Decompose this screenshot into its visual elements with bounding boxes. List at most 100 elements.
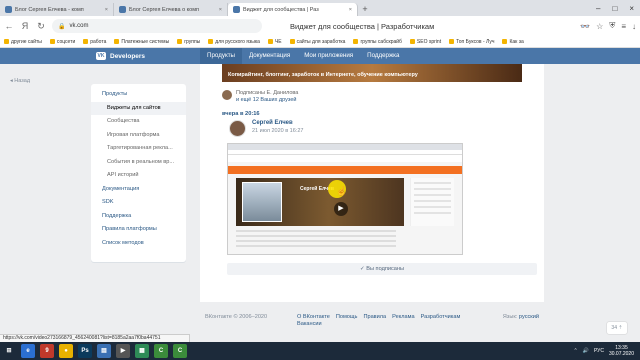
- post-video-thumbnail[interactable]: Сергей Елчев ☝ ▶: [227, 143, 463, 255]
- footer-link-help[interactable]: Помощь: [336, 314, 358, 320]
- back-icon[interactable]: ←: [4, 21, 14, 31]
- menu-item-targeted-ads[interactable]: Таргетированная рекла...: [91, 142, 186, 156]
- bookmark-item[interactable]: Топ Буксов - Луч: [449, 39, 494, 45]
- back-link[interactable]: ◂ Назад: [10, 78, 30, 84]
- menu-item-realtime-events[interactable]: События в реальном вр...: [91, 156, 186, 170]
- menu-item-sdk[interactable]: SDK: [91, 196, 186, 210]
- footer-links: О ВКонтакте Помощь Правила Реклама Разра…: [297, 314, 482, 327]
- spreadsheet-icon[interactable]: ▦: [135, 344, 149, 358]
- post-date[interactable]: 21 июл 2020 в 16:27: [252, 128, 303, 134]
- browser-tab-active[interactable]: Виджет для сообщества | Раз ×: [228, 3, 358, 16]
- bookmark-item[interactable]: SEO sprint: [409, 39, 441, 45]
- star-icon[interactable]: ☆: [596, 22, 603, 31]
- language-link[interactable]: русский: [519, 314, 539, 320]
- community-cover-banner[interactable]: Копирайтинг, блоггинг, заработок в Интер…: [222, 64, 522, 82]
- close-tab-icon[interactable]: ×: [219, 7, 222, 13]
- avatar[interactable]: [222, 90, 232, 100]
- menu-item-support[interactable]: Поддержка: [91, 210, 186, 224]
- system-clock[interactable]: 13:35 30.07.2020: [609, 345, 634, 357]
- maximize-icon[interactable]: □: [612, 4, 617, 13]
- bookmark-item[interactable]: группы сабскрайб: [353, 39, 402, 45]
- tab-favicon-icon: [5, 6, 12, 13]
- folder-icon: [409, 39, 415, 44]
- menu-item-documentation[interactable]: Документация: [91, 183, 186, 197]
- folder-icon: [289, 39, 295, 44]
- tray-up-arrow-icon[interactable]: ⌃: [574, 348, 578, 354]
- chrome-icon[interactable]: ●: [59, 344, 73, 358]
- avatar[interactable]: [229, 120, 246, 137]
- ie-icon[interactable]: e: [21, 344, 35, 358]
- footer-link-developers[interactable]: Разработчикам: [421, 314, 461, 320]
- bookmark-item[interactable]: соцсети: [49, 39, 75, 45]
- reload-icon[interactable]: ↻: [36, 21, 46, 32]
- opera-icon[interactable]: 9: [40, 344, 54, 358]
- menu-item-game-platform[interactable]: Игровая платформа: [91, 129, 186, 143]
- browser-tab[interactable]: Блог Сергея Елчева - комп ×: [0, 3, 114, 16]
- input-language[interactable]: РУС: [594, 348, 604, 354]
- download-icon[interactable]: ↓: [632, 22, 636, 31]
- extensions: 👓 ☆ ⛨ ≡ ↓: [580, 21, 636, 31]
- menu-item-methods-list[interactable]: Список методов: [91, 237, 186, 251]
- bookmark-item[interactable]: группы: [177, 39, 200, 45]
- window-controls: – □ ×: [596, 0, 640, 16]
- nav-my-apps[interactable]: Мои приложения: [297, 48, 360, 64]
- media-player-icon[interactable]: ▶: [116, 344, 130, 358]
- scroll-to-top-button[interactable]: 34 ⇡: [607, 322, 627, 334]
- footer-link-rules[interactable]: Правила: [363, 314, 386, 320]
- minimize-icon[interactable]: –: [596, 4, 600, 13]
- volume-icon[interactable]: 🔊: [583, 348, 589, 354]
- subscribed-button[interactable]: ✓ Вы подписаны: [227, 263, 537, 275]
- glasses-icon[interactable]: 👓: [580, 22, 590, 31]
- footer-link-jobs[interactable]: Вакансии: [297, 321, 322, 327]
- nav-documentation[interactable]: Документация: [242, 48, 297, 64]
- close-window-icon[interactable]: ×: [629, 4, 634, 13]
- menu-item-products[interactable]: Продукты: [91, 88, 186, 102]
- folder-icon: [114, 39, 120, 44]
- subscribed-by: Подписаны Е. Данилова: [236, 90, 299, 96]
- start-button-icon[interactable]: ⊞: [2, 344, 16, 358]
- browser-tab[interactable]: Блог Сергея Елчева о комп ×: [114, 3, 228, 16]
- bookmark-item[interactable]: ЧЕ: [267, 39, 282, 45]
- shield-icon[interactable]: ⛨: [609, 21, 615, 31]
- vk-footer: ВКонтакте © 2006–2020 О ВКонтакте Помощь…: [200, 310, 544, 334]
- menu-icon[interactable]: ≡: [621, 22, 626, 31]
- play-icon[interactable]: ▶: [334, 202, 348, 216]
- bookmark-item[interactable]: сайты для заработка: [289, 39, 345, 45]
- menu-item-stories-api[interactable]: API историй: [91, 169, 186, 183]
- bookmark-item[interactable]: Как за: [502, 39, 524, 45]
- yandex-icon[interactable]: Я: [20, 21, 30, 31]
- tab-title: Виджет для сообщества | Раз: [243, 6, 319, 13]
- folder-icon: [267, 39, 273, 44]
- address-text: vk.com: [69, 23, 89, 29]
- nav-products[interactable]: Продукты: [200, 48, 243, 64]
- footer-link-ads[interactable]: Реклама: [392, 314, 414, 320]
- bookmark-item[interactable]: другие сайты: [4, 39, 42, 45]
- file-explorer-icon[interactable]: ▤: [97, 344, 111, 358]
- camtasia-recorder-icon[interactable]: C: [173, 344, 187, 358]
- new-tab-button[interactable]: +: [358, 3, 372, 16]
- browser-tab-strip: Блог Сергея Елчева - комп × Блог Сергея …: [0, 0, 640, 16]
- menu-item-platform-rules[interactable]: Правила платформы: [91, 223, 186, 237]
- thumbnail-orange-bar: [228, 166, 462, 174]
- footer-link-about[interactable]: О ВКонтакте: [297, 314, 330, 320]
- hand-cursor-icon: ☝: [336, 186, 348, 196]
- menu-item-communities[interactable]: Сообщества: [91, 115, 186, 129]
- post-author[interactable]: Сергей Елчев: [252, 120, 303, 126]
- bookmark-item[interactable]: Платежные системы: [114, 39, 169, 45]
- camtasia-icon[interactable]: C: [154, 344, 168, 358]
- bookmark-item[interactable]: работа: [83, 39, 106, 45]
- folder-icon: [208, 39, 214, 44]
- close-tab-icon[interactable]: ×: [349, 7, 352, 13]
- post-time-label[interactable]: вчера в 20:16: [222, 111, 260, 117]
- menu-item-site-widgets[interactable]: Виджеты для сайтов: [91, 101, 186, 115]
- thumbnail-header: [228, 155, 462, 162]
- photoshop-icon[interactable]: Ps: [78, 344, 92, 358]
- folder-icon: [83, 39, 89, 44]
- bookmark-item[interactable]: для русского языка: [208, 39, 260, 45]
- friends-count-link[interactable]: и ещё 12 Ваших друзей: [236, 97, 296, 103]
- address-bar[interactable]: 🔒 vk.com: [52, 19, 262, 33]
- nav-support[interactable]: Поддержка: [360, 48, 406, 64]
- close-tab-icon[interactable]: ×: [105, 7, 108, 13]
- vk-developers-logo[interactable]: VK Developers: [96, 52, 145, 60]
- status-bar-url: https://vk.com/video273166879_456240081?…: [0, 334, 190, 342]
